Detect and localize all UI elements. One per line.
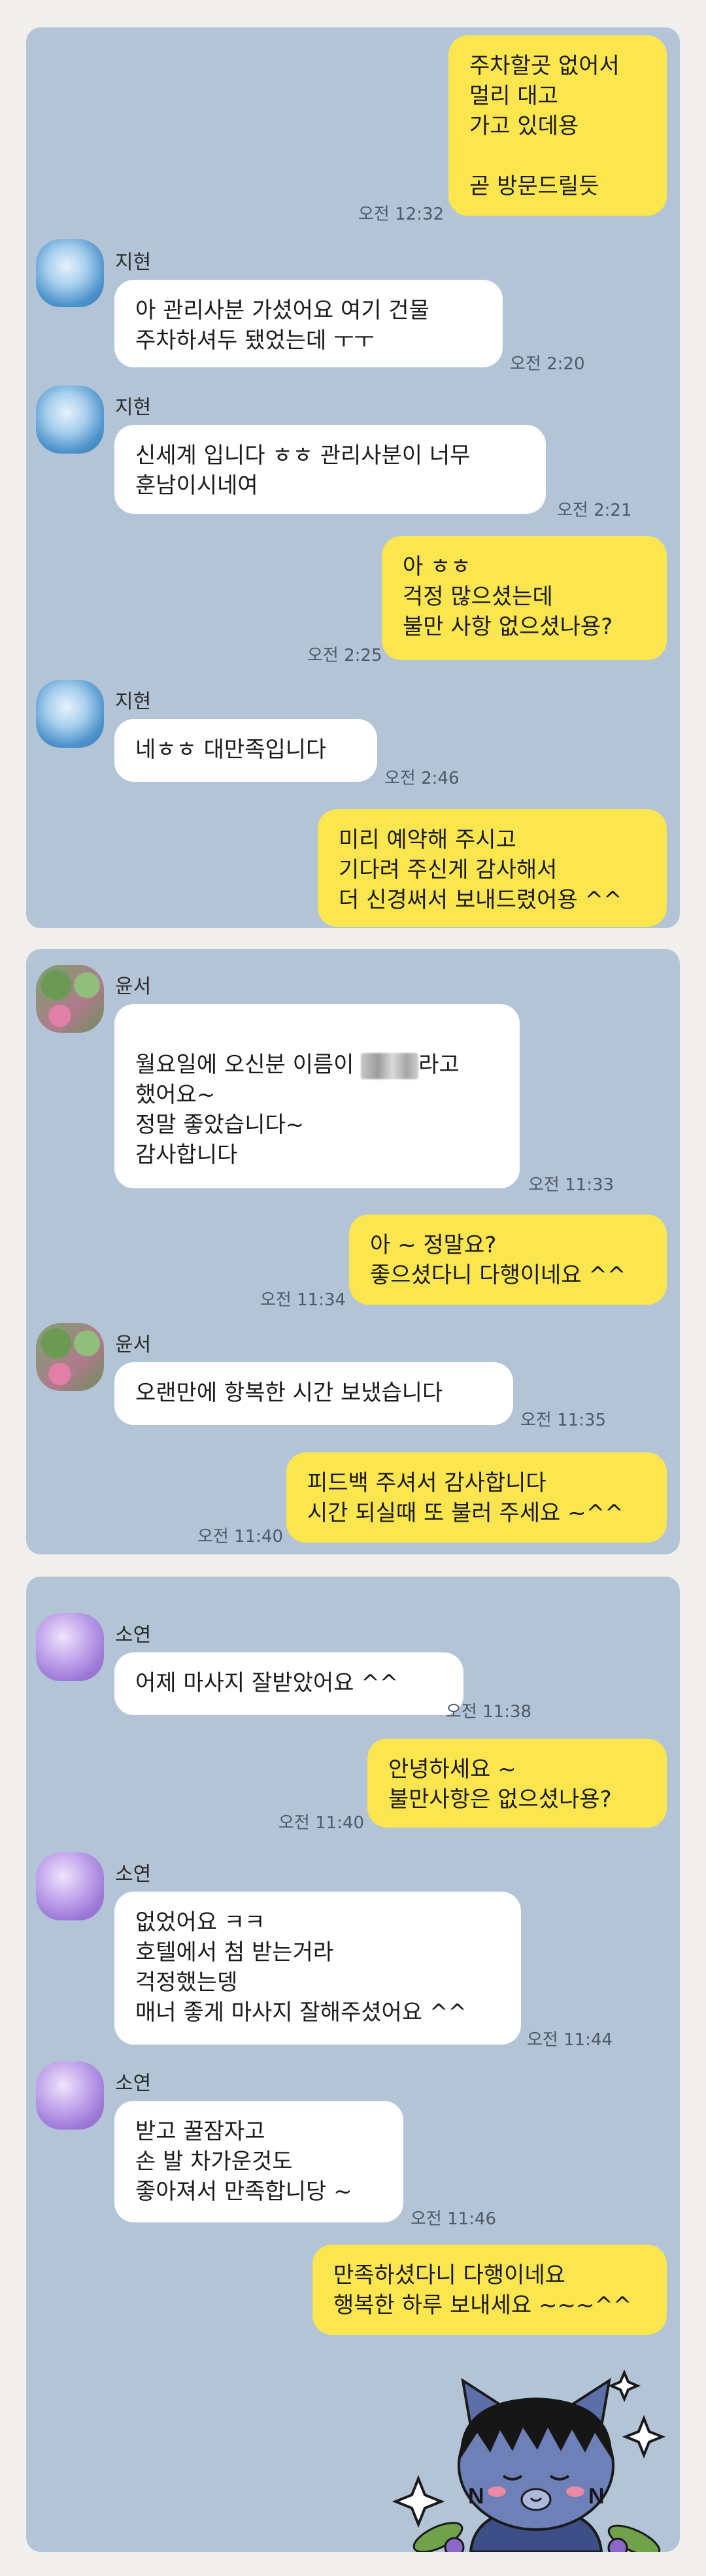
outgoing-message-bubble: 미리 예약해 주시고 기다려 주신게 감사해서 더 신경써서 보내드렸어용 ^^ [318, 809, 667, 927]
outgoing-message-bubble: 안녕하세요 ~ 불만사항은 없으셨나용? [367, 1739, 667, 1828]
avatar[interactable] [36, 239, 104, 307]
sender-name: 소연 [115, 2072, 152, 2095]
incoming-message-bubble: 없었어요 ㅋㅋ 호텔에서 첨 받는거라 걱정했는뎅 매너 좋게 마사지 잘해주셨… [114, 1892, 521, 2045]
incoming-message-bubble: 네ㅎㅎ 대만족입니다 [114, 719, 377, 782]
message-time: 오전 2:46 [384, 769, 460, 788]
cat-character-sticker-icon: N N [392, 2369, 666, 2552]
message-time: 오전 11:35 [520, 1411, 607, 1430]
message-time: 오전 11:33 [528, 1175, 614, 1195]
message-time: 오전 11:40 [278, 1813, 365, 1833]
message-time: 오전 2:20 [510, 354, 585, 374]
avatar[interactable] [36, 965, 104, 1033]
incoming-message-bubble: 아 관리사분 가셨어요 여기 건물 주차하셔두 됐었는데 ㅜㅜ [114, 280, 503, 367]
message-time: 오전 2:25 [307, 646, 382, 665]
chat-screenshot-2: 윤서 월요일에 오신분 이름이 라고 했어요~ 정말 좋았습니다~ 감사합니다 … [26, 949, 680, 1554]
message-time: 오전 11:44 [527, 2030, 613, 2050]
avatar[interactable] [36, 680, 104, 748]
svg-text:N: N [468, 2484, 484, 2509]
outgoing-message-bubble: 주차할곳 없어서 멀리 대고 가고 있데용 곧 방문드릴듯 [448, 35, 667, 216]
avatar[interactable] [36, 1613, 104, 1681]
sender-name: 지현 [115, 690, 152, 713]
message-time: 오전 11:46 [411, 2209, 497, 2229]
message-time: 오전 11:34 [260, 1290, 346, 1310]
blurred-name [361, 1052, 419, 1079]
incoming-message-bubble: 받고 꿀잠자고 손 발 차가운것도 좋아져서 만족합니당 ~ [114, 2101, 403, 2222]
message-text-part: 월요일에 오신분 이름이 [135, 1052, 361, 1078]
sender-name: 윤서 [115, 1333, 152, 1356]
sender-name: 지현 [115, 396, 152, 419]
sender-name: 지현 [115, 251, 152, 274]
avatar[interactable] [36, 1323, 104, 1391]
message-time: 오전 11:40 [197, 1527, 284, 1547]
sender-name: 소연 [115, 1624, 152, 1647]
message-time: 오전 12:32 [358, 205, 445, 224]
outgoing-message-bubble: 만족하셨다니 다행이네요 행복한 하루 보내세요 ~~~^^ [312, 2245, 667, 2335]
incoming-message-bubble: 오랜만에 항복한 시간 보냈습니다 [114, 1362, 513, 1425]
avatar[interactable] [36, 2062, 104, 2130]
message-time: 오전 2:21 [557, 501, 632, 520]
incoming-message-bubble: 신세계 입니다 ㅎㅎ 관리사분이 너무 훈남이시네여 [114, 425, 546, 514]
outgoing-message-bubble: 아 ~ 정말요? 좋으셨다니 다행이네요 ^^ [349, 1214, 667, 1305]
avatar[interactable] [36, 386, 104, 454]
chat-screenshot-3: 소연 어제 마사지 잘받았어요 ^^ 오전 11:38 안녕하세요 ~ 불만사항… [26, 1577, 680, 2552]
avatar[interactable] [36, 1852, 104, 1920]
outgoing-message-bubble: 피드백 주셔서 감사합니다 시간 되실때 또 불러 주세요 ~^^ [286, 1452, 667, 1543]
message-time: 오전 11:38 [446, 1702, 532, 1722]
incoming-message-bubble: 어제 마사지 잘받았어요 ^^ [114, 1652, 463, 1715]
chat-screenshot-1: 주차할곳 없어서 멀리 대고 가고 있데용 곧 방문드릴듯 오전 12:32 지… [26, 27, 680, 928]
sender-name: 윤서 [115, 975, 152, 998]
incoming-message-bubble: 월요일에 오신분 이름이 라고 했어요~ 정말 좋았습니다~ 감사합니다 [114, 1004, 520, 1188]
svg-text:N: N [588, 2484, 605, 2509]
outgoing-message-bubble: 아 ㅎㅎ 걱정 많으셨는데 불만 사항 없으셨나용? [382, 536, 667, 660]
sender-name: 소연 [115, 1863, 152, 1886]
